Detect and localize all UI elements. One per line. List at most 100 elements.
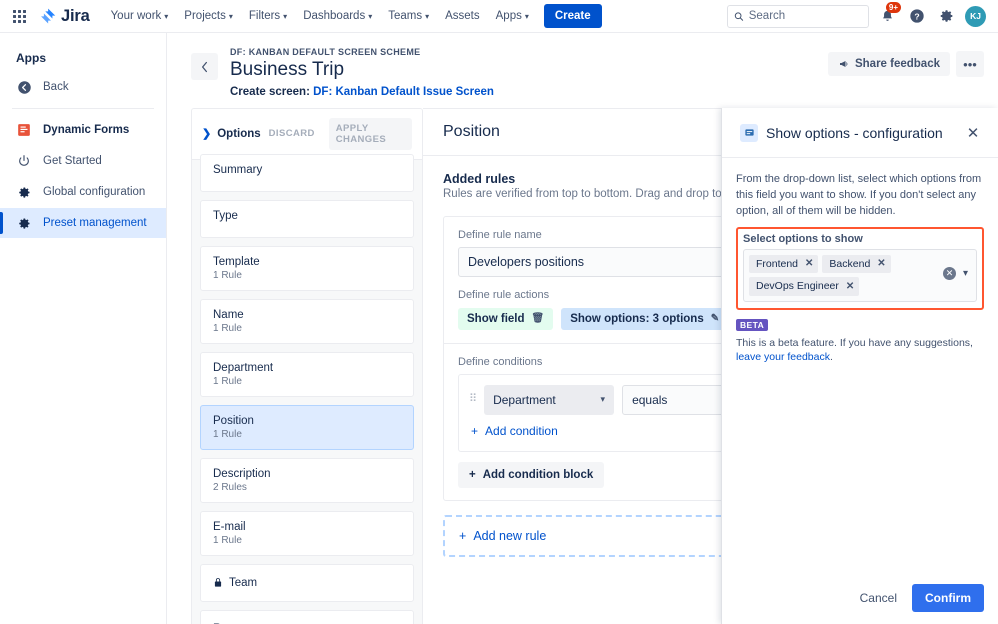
back-arrow-icon [16,79,32,95]
chevron-down-icon: ▾ [283,12,288,21]
app-switcher-icon[interactable] [8,5,30,27]
sidebar-item-preset-management[interactable]: Preset management [0,208,166,238]
search-box[interactable] [727,4,869,28]
add-condition-block-button[interactable]: + Add condition block [458,461,605,488]
modal-title: Show options - configuration [766,124,943,141]
sidebar-item-label: Get Started [43,155,102,167]
nav-item-projects[interactable]: Projects ▾ [177,5,240,27]
breadcrumb: DF: KANBAN DEFAULT SCREEN SCHEME [230,47,421,57]
gear-icon [940,10,953,22]
settings-button[interactable] [935,4,959,28]
field-name: Description [213,467,271,480]
field-name: Position [213,414,254,427]
jira-logo-text: Jira [61,6,90,25]
options-toggle[interactable]: ❯ Options [202,127,261,141]
option-tag-label: DevOps Engineer [756,280,839,293]
cancel-button[interactable]: Cancel [849,584,908,612]
modal-description: From the drop-down list, select which op… [736,172,982,217]
share-feedback-label: Share feedback [854,58,940,70]
nav-item-teams[interactable]: Teams ▾ [381,5,436,27]
trash-icon[interactable]: 🗑 [532,313,545,324]
chevron-left-icon [201,61,208,72]
drag-handle-icon[interactable]: ⠿ [469,394,477,405]
action-chip-show-field[interactable]: Show field 🗑 [458,307,554,330]
field-item-team[interactable]: Team [200,563,414,602]
share-feedback-button[interactable]: Share feedback [827,52,950,76]
create-button[interactable]: Create [543,4,602,28]
page-title-block: DF: KANBAN DEFAULT SCREEN SCHEME Busines… [230,47,494,98]
field-item-template[interactable]: Template 1 Rule [200,245,414,291]
chevron-down-icon: ▾ [228,12,233,21]
nav-label: Your work [110,10,162,22]
action-chip-show-options[interactable]: Show options: 3 options ✎ 🗑 [561,307,748,330]
jira-logo[interactable]: Jira [40,7,90,26]
nav-item-filters[interactable]: Filters ▾ [242,5,294,27]
add-new-rule-button[interactable]: + Add new rule [459,529,546,543]
chevron-down-icon[interactable]: ▾ [963,268,968,279]
add-condition-button[interactable]: + Add condition [469,415,560,447]
field-item-reporter[interactable]: Reporter [200,609,414,624]
sidebar-item-back[interactable]: Back [0,72,166,102]
field-item-type[interactable]: Type [200,199,414,238]
field-item-summary[interactable]: Summary [200,153,414,192]
discard-button[interactable]: DISCARD [269,128,315,139]
field-item-department[interactable]: Department 1 Rule [200,351,414,397]
remove-tag-icon[interactable]: ✕ [877,258,885,270]
field-item-email[interactable]: E-mail 1 Rule [200,510,414,556]
user-avatar[interactable]: KJ [965,5,986,27]
multiselect-controls: ✕ ▾ [937,255,972,280]
nav-label: Assets [445,10,480,22]
field-rule-count: 1 Rule [213,269,242,281]
nav-item-apps[interactable]: Apps ▾ [489,5,536,27]
clear-circle-icon[interactable]: ✕ [942,266,956,280]
beta-description: This is a beta feature. If you have any … [736,336,984,365]
field-item-position[interactable]: Position 1 Rule [200,404,414,450]
field-rule-count: 1 Rule [213,534,242,546]
close-icon[interactable]: ✕ [962,122,984,144]
help-icon: ? [910,9,924,23]
confirm-button[interactable]: Confirm [912,584,984,612]
field-item-name[interactable]: Name 1 Rule [200,298,414,344]
options-multiselect[interactable]: Frontend ✕ Backend ✕ DevOps Engineer ✕ ✕… [743,248,977,302]
leave-feedback-link[interactable]: leave your feedback [736,351,830,363]
condition-field-select[interactable]: Department ▾ [484,384,615,415]
add-new-rule-label: Add new rule [473,528,547,543]
back-button[interactable] [191,53,218,80]
sidebar-item-global-configuration[interactable]: Global configuration [0,177,166,207]
sidebar-item-label: Preset management [43,217,147,229]
create-screen-label: Create screen: [230,85,310,98]
options-list-icon [740,123,758,142]
pencil-icon[interactable]: ✎ [711,313,719,324]
beta-period: . [829,351,833,364]
field-item-description[interactable]: Description 2 Rules [200,457,414,503]
field-rule-count: 2 Rules [213,481,247,493]
option-tag-backend: Backend ✕ [822,254,891,274]
page-title: Business Trip [230,59,345,80]
remove-tag-icon[interactable]: ✕ [805,258,813,270]
more-actions-button[interactable]: ••• [956,51,984,77]
selected-tags: Frontend ✕ Backend ✕ DevOps Engineer ✕ [749,254,937,296]
nav-item-dashboards[interactable]: Dashboards ▾ [296,5,379,27]
main-content: DF: KANBAN DEFAULT SCREEN SCHEME Busines… [167,33,998,624]
header-actions: Share feedback ••• [827,51,984,77]
field-rule-count: 1 Rule [213,428,242,440]
search-icon [734,11,744,21]
help-button[interactable]: ? [905,4,929,28]
notifications-button[interactable]: 9+ [875,2,901,28]
nav-item-your-work[interactable]: Your work ▾ [104,5,176,27]
create-screen-link[interactable]: DF: Kanban Default Issue Screen [313,86,494,98]
sidebar-item-label: Back [43,81,69,93]
action-chip-label: Show field [467,312,525,325]
sidebar-item-get-started[interactable]: Get Started [0,146,166,176]
sidebar-item-label: Dynamic Forms [43,124,130,136]
svg-text:?: ? [914,11,919,21]
sidebar-item-dynamic-forms[interactable]: Dynamic Forms [0,115,166,145]
left-sidebar: Apps Back Dynamic Forms Get Started Glob… [0,33,167,624]
nav-item-assets[interactable]: Assets [438,5,487,27]
modal-footer: Cancel Confirm [722,572,998,624]
search-input[interactable] [748,10,862,22]
nav-label: Apps [495,10,522,22]
plus-icon: + [469,468,476,481]
page-header: DF: KANBAN DEFAULT SCREEN SCHEME Busines… [167,33,998,108]
remove-tag-icon[interactable]: ✕ [846,281,854,293]
